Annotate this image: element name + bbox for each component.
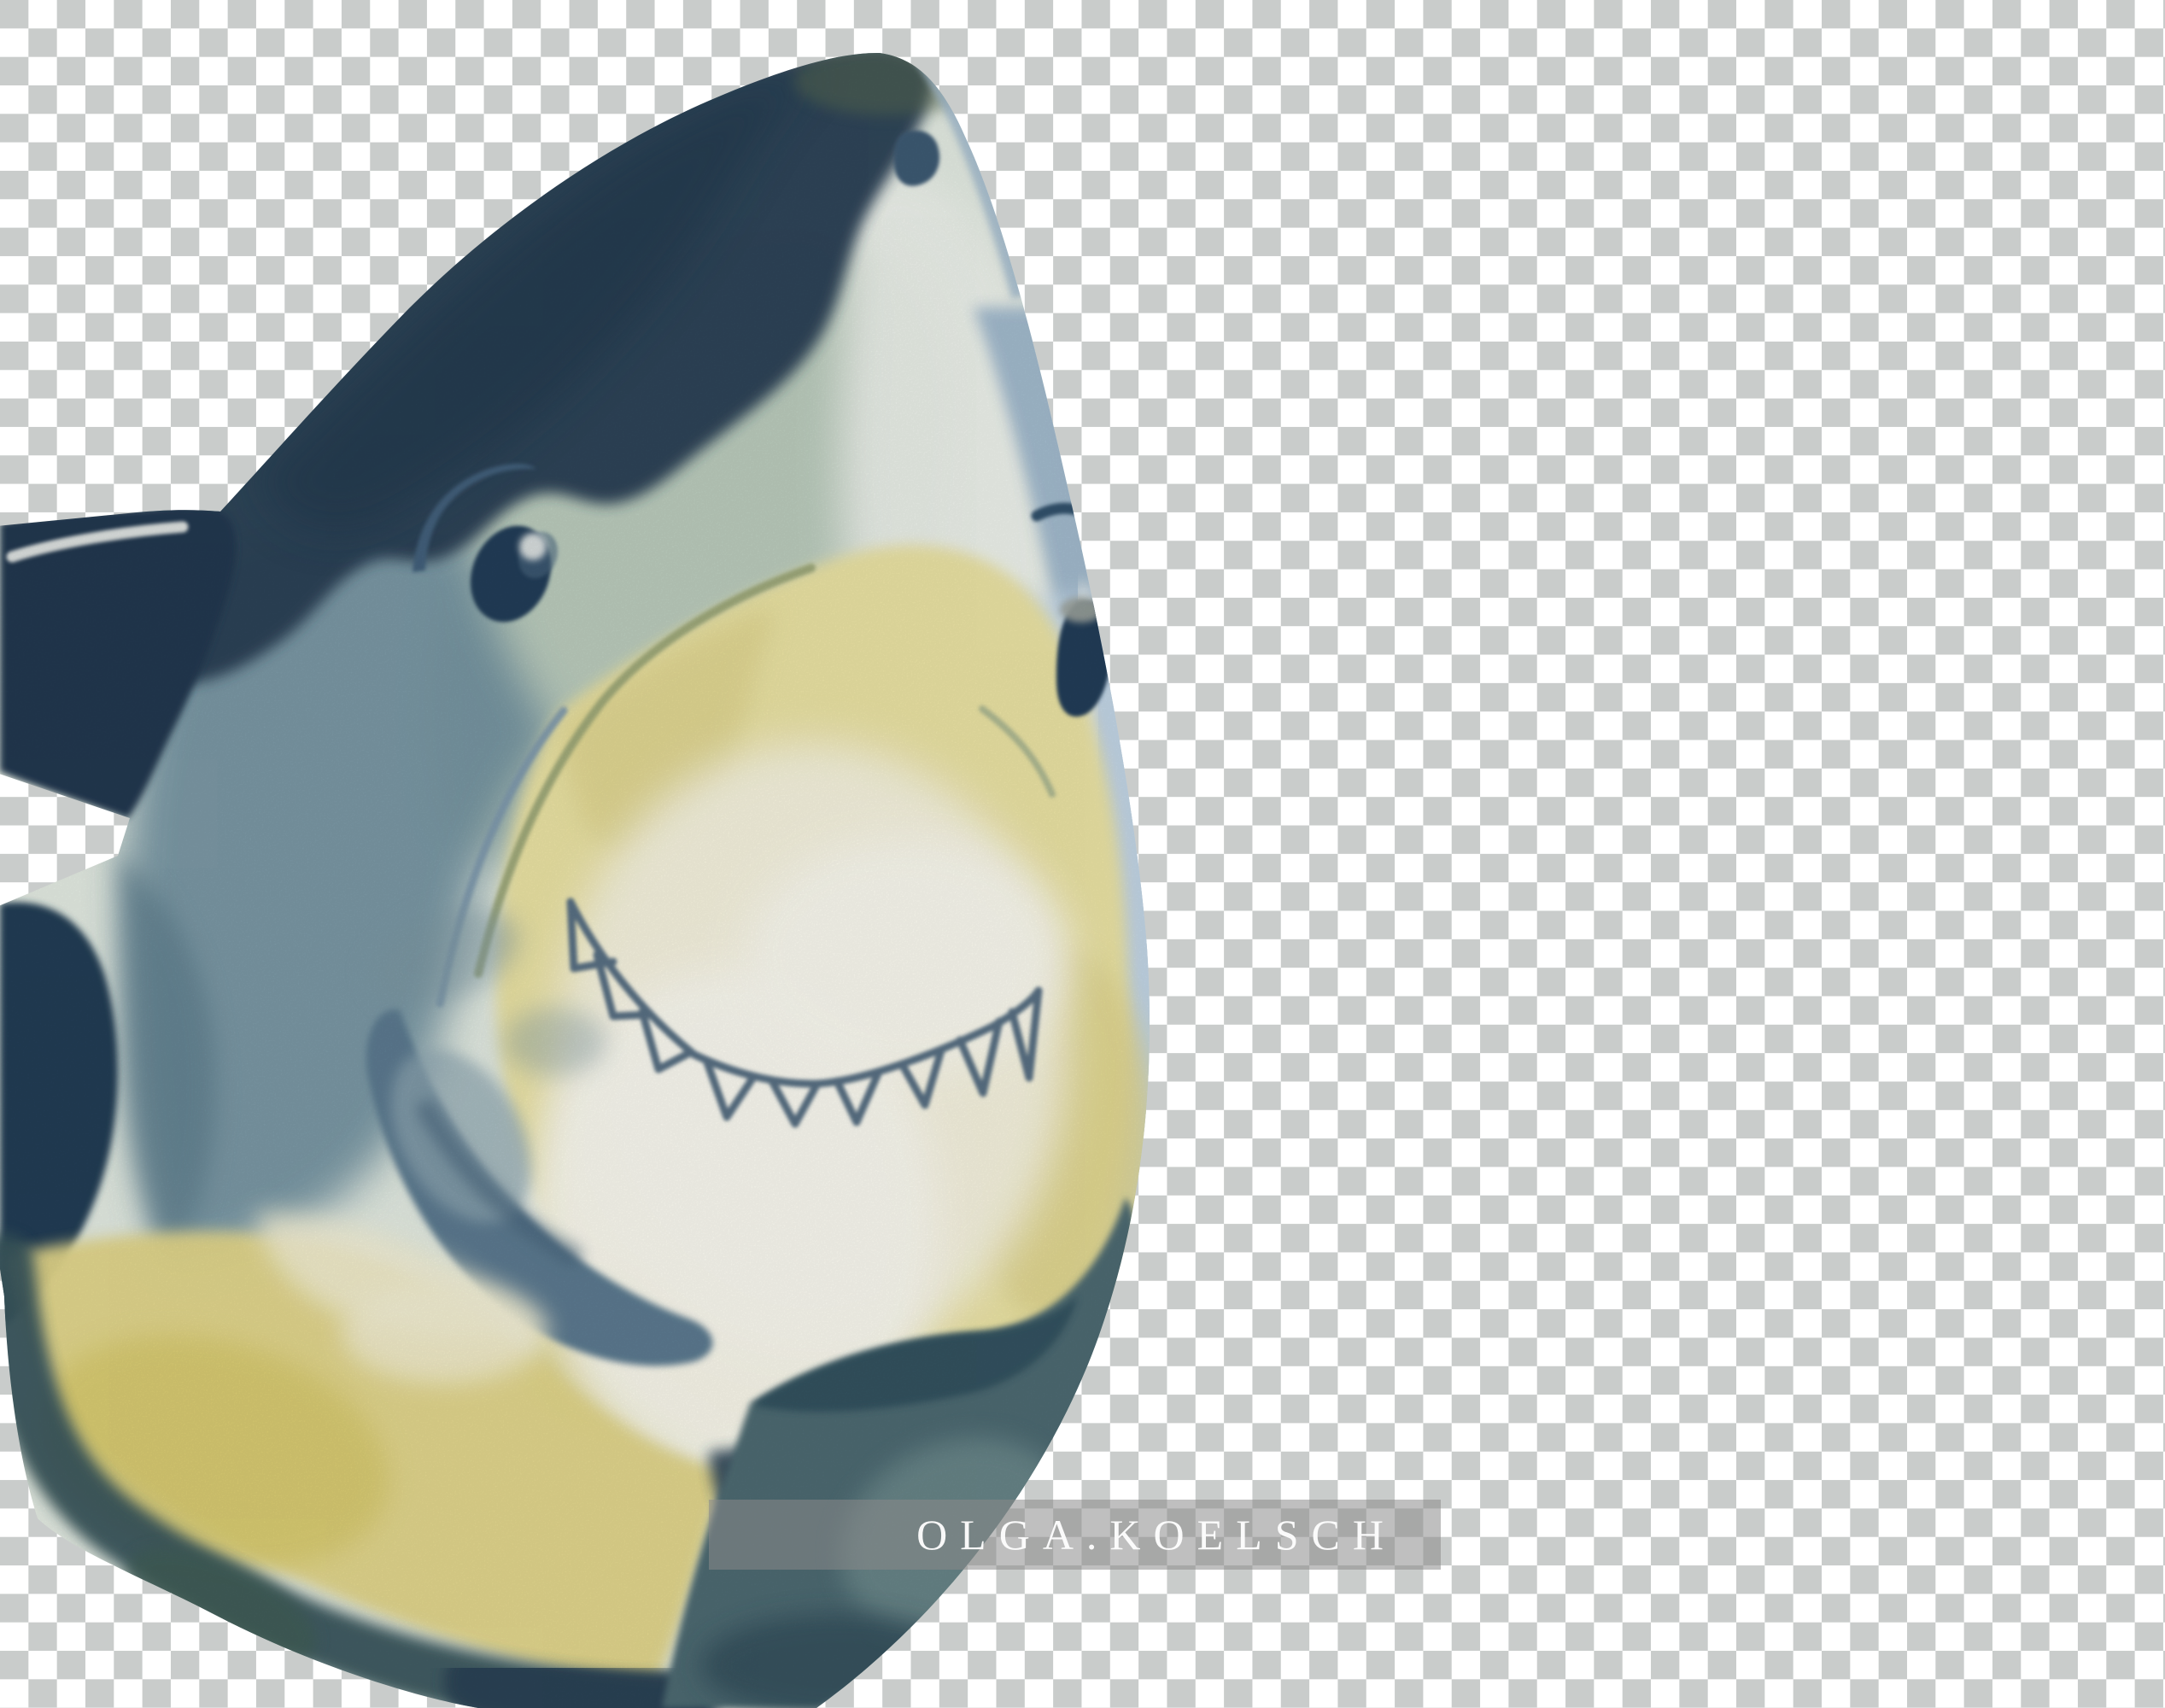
shark-body-group [0, 52, 1150, 1708]
watermark-text: OLGA.KOELSCH [916, 1511, 1396, 1559]
watermark-bar: OLGA.KOELSCH [709, 1500, 1441, 1570]
watercolor-grain [0, 52, 1150, 1708]
shark-illustration [0, 52, 1150, 1708]
transparent-canvas: OLGA.KOELSCH [0, 0, 2165, 1708]
